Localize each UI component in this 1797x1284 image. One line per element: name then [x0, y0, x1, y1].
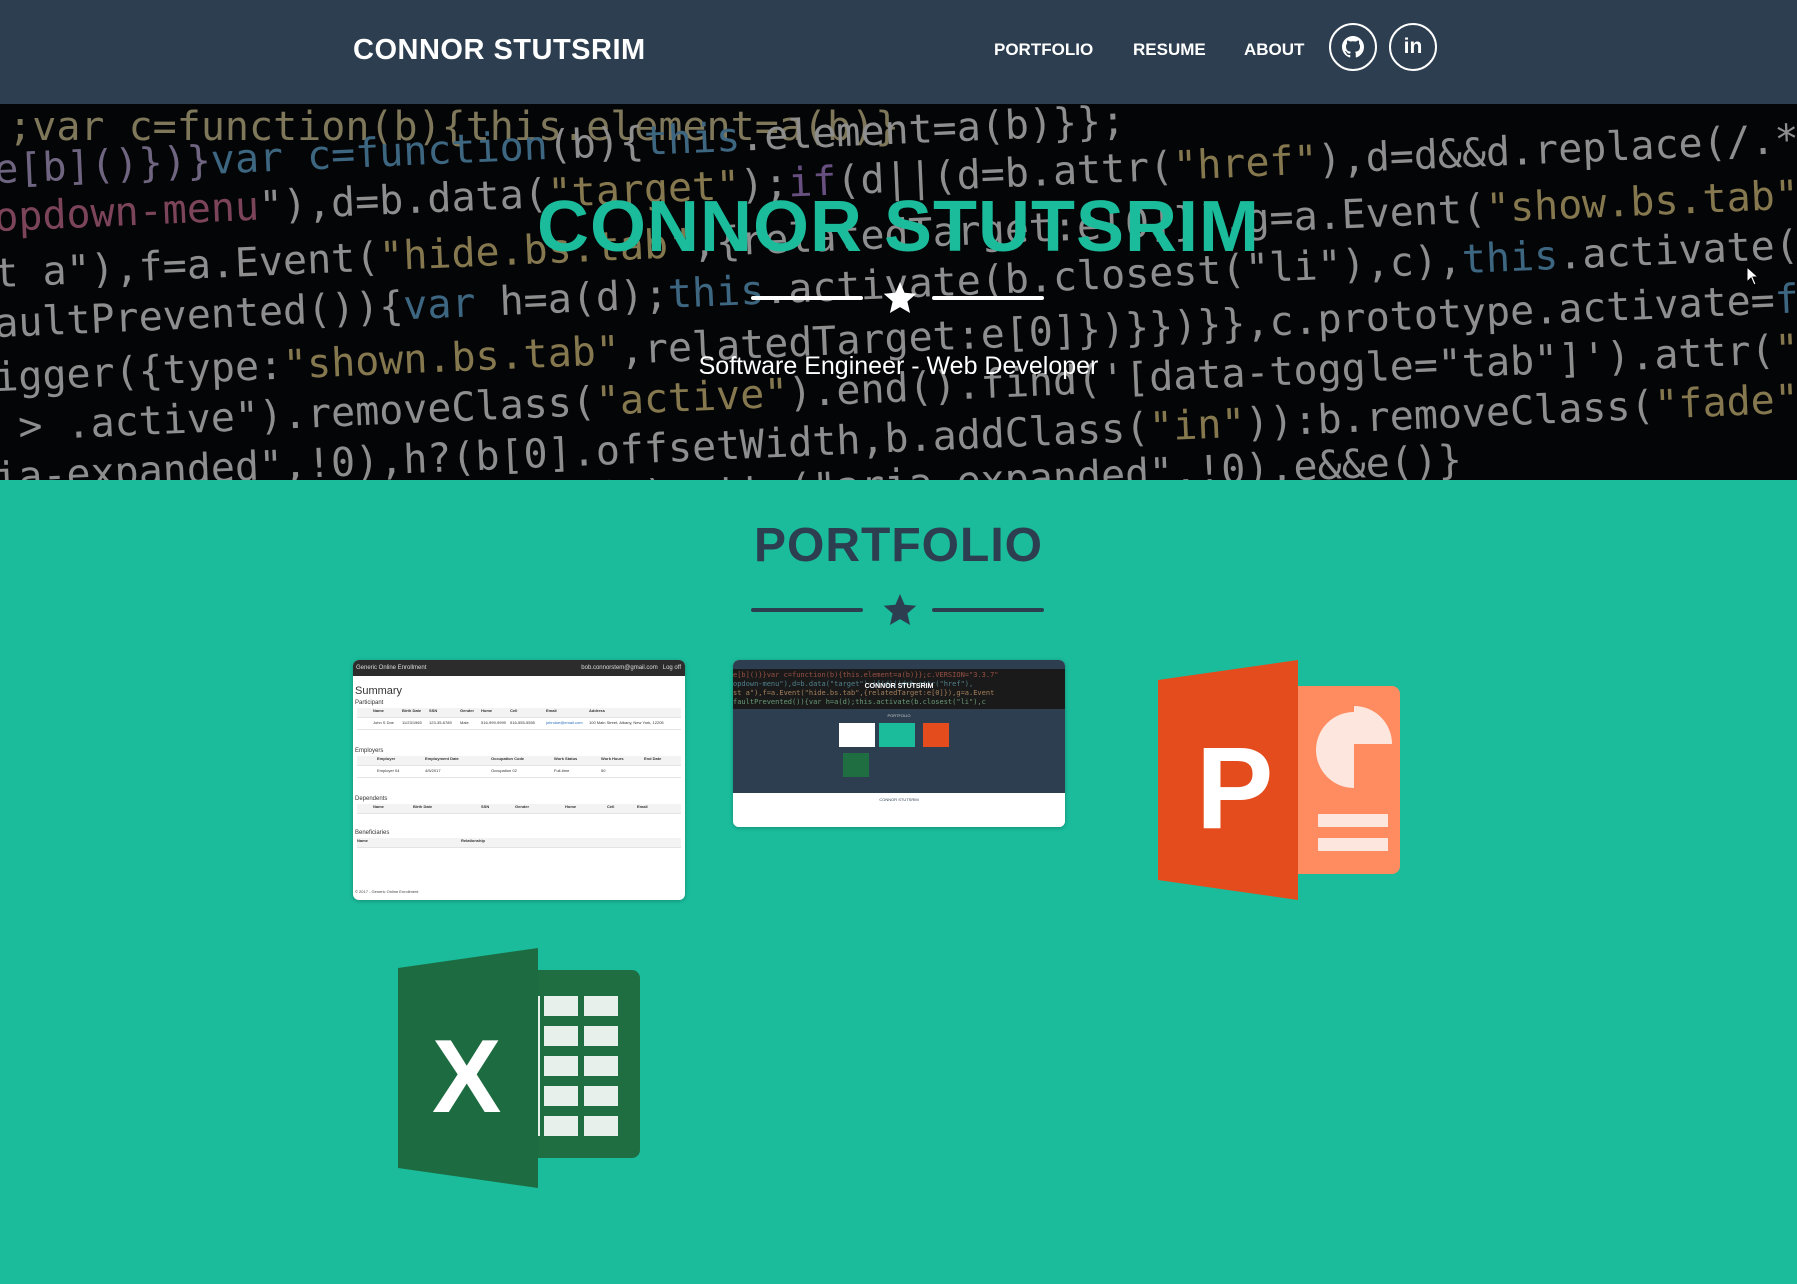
excel-icon: X: [398, 948, 640, 1188]
masthead-subtitle: Software Engineer - Web Developer: [698, 352, 1099, 380]
powerpoint-letter: P: [1196, 723, 1273, 853]
enrollment-section-participant: Participant: [355, 700, 384, 706]
site-thumb-about: CONNOR STUTSRIM: [733, 793, 1065, 827]
portfolio-heading: PORTFOLIO: [754, 519, 1043, 572]
site-thumb-title: CONNOR STUTSRIM: [864, 683, 934, 690]
svg-text:e[b]()}}var c=function(b){this: e[b]()}}var c=function(b){this.element=a…: [733, 671, 999, 679]
nav-link-about[interactable]: ABOUT: [1244, 40, 1304, 60]
enrollment-section-dependents: Dependents: [355, 796, 388, 802]
top-navbar: CONNOR STUTSRIM PORTFOLIO RESUME ABOUT i…: [0, 0, 1797, 104]
excel-letter: X: [432, 1019, 501, 1135]
table-row: John S Doe 11/23/1965 123-35-6789 Male 5…: [357, 720, 681, 730]
nav-link-portfolio[interactable]: PORTFOLIO: [994, 40, 1093, 60]
enrollment-section-beneficiaries: Beneficiaries: [355, 830, 390, 836]
portfolio-item-enrollment[interactable]: Generic Online Enrollment bob.connorstem…: [353, 660, 685, 900]
site-thumb-tile: [839, 723, 875, 747]
portfolio-item-site[interactable]: e[b]()}}var c=function(b){this.element=a…: [733, 660, 1065, 827]
svg-text:faultPrevented()){var h=a(d);t: faultPrevented()){var h=a(d);this.activa…: [733, 698, 986, 706]
site-thumb-tile: [843, 753, 869, 777]
portfolio-divider: [751, 594, 1046, 628]
table-header-row: Name Birth Date SSN Gender Home Cell Ema…: [357, 804, 681, 814]
linkedin-icon: in: [1403, 35, 1423, 58]
enrollment-user: bob.connorstem@gmail.com: [581, 665, 658, 671]
site-thumb-tile: [923, 723, 949, 747]
enrollment-summary-heading: Summary: [355, 685, 403, 697]
powerpoint-icon: P: [1158, 660, 1400, 900]
enrollment-app-title: Generic Online Enrollment: [356, 665, 427, 671]
star-icon: [883, 282, 917, 314]
mouse-cursor-icon: [1746, 266, 1760, 286]
enrollment-section-employers: Employers: [355, 748, 384, 754]
masthead-divider: [751, 282, 1046, 316]
site-thumb-masthead: e[b]()}}var c=function(b){this.element=a…: [733, 669, 1065, 709]
linkedin-button[interactable]: in: [1389, 23, 1437, 71]
portfolio-item-excel[interactable]: X: [398, 948, 640, 1188]
enrollment-app-bar: Generic Online Enrollment bob.connorstem…: [353, 660, 685, 676]
masthead-title: CONNOR STUTSRIM: [537, 187, 1260, 267]
enrollment-logout: Log off: [662, 665, 681, 671]
nav-link-resume[interactable]: RESUME: [1133, 40, 1206, 60]
site-thumb-tile: [879, 723, 915, 747]
table-row: Employer 04 4/5/2017 Occupation 02 Full-…: [357, 768, 681, 778]
site-thumb-footer-name: CONNOR STUTSRIM: [879, 797, 919, 802]
portfolio-item-powerpoint[interactable]: P: [1158, 660, 1400, 900]
table-header-row: Name Birth Date SSN Gender Home Cell Ema…: [357, 708, 681, 718]
masthead: });var c=function(b){this.element=a(b)} …: [0, 104, 1797, 480]
site-thumb-portfolio-heading: PORTFOLIO: [887, 713, 911, 718]
svg-text:st a"),f=a.Event("hide.bs.tab": st a"),f=a.Event("hide.bs.tab",{relatedT…: [733, 689, 994, 697]
table-header-row: Name Relationship: [357, 838, 681, 848]
github-button[interactable]: [1329, 23, 1377, 71]
site-thumb-navbar: [733, 660, 1065, 669]
table-header-row: Employer Employment Date Occupation Code…: [357, 756, 681, 766]
github-icon: [1342, 36, 1364, 58]
star-icon: [883, 594, 917, 626]
site-thumb-portfolio: PORTFOLIO: [733, 709, 1065, 793]
enrollment-footer: © 2017 - Generic Online Enrollment: [355, 889, 419, 894]
brand-link[interactable]: CONNOR STUTSRIM: [353, 34, 646, 67]
